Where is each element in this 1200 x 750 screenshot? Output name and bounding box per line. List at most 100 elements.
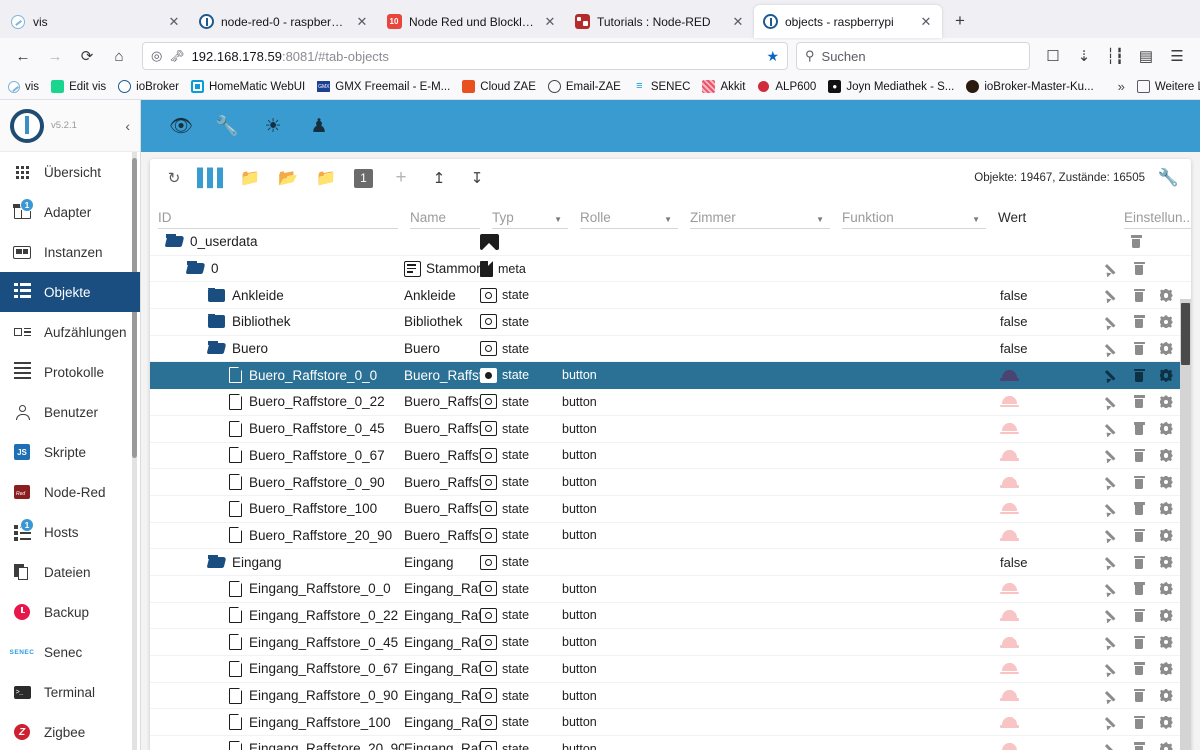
button-dome-icon[interactable] (1000, 690, 1019, 702)
edit-icon[interactable] (1104, 741, 1120, 750)
delete-icon[interactable] (1131, 501, 1147, 517)
sidebar-item-adapter[interactable]: 1 Adapter (0, 192, 140, 232)
table-row[interactable]: Eingang_Raffstore_0_67 Eingang_Raf... stat… (150, 656, 1191, 683)
settings-icon[interactable] (1158, 287, 1174, 303)
edit-icon[interactable] (1104, 367, 1120, 383)
settings-icon[interactable] (1158, 394, 1174, 410)
table-row[interactable]: Buero_Raffstore_0_45 Buero_Raffst... state… (150, 416, 1191, 443)
forward-button[interactable]: → (40, 41, 70, 71)
search-bar[interactable]: ⚲ Suchen (796, 42, 1030, 70)
settings-icon[interactable] (1158, 714, 1174, 730)
sidebar-item-benutzer[interactable]: Benutzer (0, 392, 140, 432)
edit-icon[interactable] (1104, 421, 1120, 437)
delete-icon[interactable] (1128, 234, 1144, 250)
edit-icon[interactable] (1104, 341, 1120, 357)
bookmark-item[interactable]: ALP600 (757, 80, 816, 93)
bookmark-item[interactable]: ● Joyn Mediathek - S... (828, 80, 954, 93)
collapse-all-icon[interactable]: 📁 (240, 168, 260, 188)
table-row[interactable]: Eingang_Raffstore_0_45 Eingang_Raf... stat… (150, 629, 1191, 656)
filter-typ[interactable]: Typ ▼ (492, 210, 574, 229)
settings-icon[interactable] (1158, 554, 1174, 570)
table-row[interactable]: Bibliothek Bibliothek state false (150, 309, 1191, 336)
library-icon[interactable]: ┆┇ (1100, 41, 1130, 71)
import-icon[interactable]: ↥ (429, 168, 449, 188)
delete-icon[interactable] (1131, 394, 1147, 410)
table-row[interactable]: 0 Stammordne... meta (150, 256, 1191, 283)
sidebar-item--bersicht[interactable]: Übersicht (0, 152, 140, 192)
new-tab-button[interactable]: + (946, 7, 974, 35)
table-row[interactable]: Buero_Raffstore_0_22 Buero_Raffst... state… (150, 389, 1191, 416)
reload-button[interactable]: ⟳ (72, 41, 102, 71)
close-icon[interactable]: ✕ (354, 14, 370, 30)
button-dome-icon[interactable] (1000, 743, 1019, 750)
button-dome-icon[interactable] (1000, 423, 1019, 435)
expert-head-icon[interactable]: ♟ (307, 114, 331, 138)
filter-id[interactable]: ID (158, 210, 404, 229)
bookmark-item[interactable]: GMX GMX Freemail - E-M... (317, 80, 450, 93)
eye-icon[interactable]: 👁 (169, 114, 193, 138)
button-dome-icon[interactable] (1000, 529, 1019, 541)
sidebar-item-node-red[interactable]: Red Node-Red (0, 472, 140, 512)
edit-icon[interactable] (1104, 314, 1120, 330)
sidebar-item-skripte[interactable]: JS Skripte (0, 432, 140, 472)
delete-icon[interactable] (1131, 607, 1147, 623)
sidebar-item-hosts[interactable]: 1 Hosts (0, 512, 140, 552)
edit-icon[interactable] (1104, 661, 1120, 677)
settings-icon[interactable] (1158, 607, 1174, 623)
bookmark-item[interactable]: Email-ZAE (547, 80, 621, 93)
table-row[interactable]: Buero_Raffstore_20_90 Buero_Raffst... stat… (150, 523, 1191, 550)
delete-icon[interactable] (1131, 741, 1147, 750)
settings-icon[interactable] (1158, 341, 1174, 357)
delete-icon[interactable] (1131, 367, 1147, 383)
pocket-icon[interactable]: ☐ (1038, 41, 1068, 71)
table-row[interactable]: Eingang_Raffstore_0_22 Eingang_Raf... stat… (150, 603, 1191, 630)
bookmark-item[interactable]: Cloud ZAE (462, 80, 536, 93)
bookmark-item[interactable]: ≡ SENEC (633, 80, 690, 93)
bookmark-item[interactable]: Akkit (702, 80, 745, 93)
button-dome-icon[interactable] (1000, 663, 1019, 675)
sidebar-item-terminal[interactable]: >_ Terminal (0, 672, 140, 712)
edit-icon[interactable] (1104, 634, 1120, 650)
delete-icon[interactable] (1131, 287, 1147, 303)
button-dome-icon[interactable] (1000, 716, 1019, 728)
delete-icon[interactable] (1131, 421, 1147, 437)
browser-tab[interactable]: node-red-0 - raspberrypi ✕ (190, 5, 378, 38)
bookmark-item[interactable]: Edit vis (51, 80, 106, 93)
close-icon[interactable]: ✕ (542, 14, 558, 30)
edit-icon[interactable] (1104, 447, 1120, 463)
chevron-down-icon[interactable]: ▼ (972, 215, 980, 224)
settings-icon[interactable] (1158, 447, 1174, 463)
table-row[interactable]: Eingang_Raffstore_0_0 Eingang_Raf... state… (150, 576, 1191, 603)
table-scrollbar-track[interactable] (1180, 299, 1191, 750)
expand-folder-icon[interactable]: 📂 (278, 168, 298, 188)
table-row[interactable]: Buero_Raffstore_100 Buero_Raffst... state b… (150, 496, 1191, 523)
sidebar-collapse-button[interactable]: ‹ (125, 118, 130, 134)
settings-icon[interactable] (1158, 367, 1174, 383)
edit-icon[interactable] (1104, 394, 1120, 410)
button-dome-icon[interactable] (1000, 503, 1019, 515)
delete-icon[interactable] (1131, 527, 1147, 543)
close-icon[interactable]: ✕ (166, 14, 182, 30)
browser-tab[interactable]: objects - raspberrypi ✕ (754, 5, 942, 38)
table-scrollbar-thumb[interactable] (1181, 303, 1190, 365)
sidebar-item-protokolle[interactable]: Protokolle (0, 352, 140, 392)
edit-icon[interactable] (1104, 501, 1120, 517)
edit-icon[interactable] (1104, 714, 1120, 730)
sidebar-toggle-icon[interactable]: ▤ (1131, 41, 1161, 71)
edit-icon[interactable] (1104, 688, 1120, 704)
depth-level-icon[interactable]: 1 (354, 168, 373, 188)
delete-icon[interactable] (1131, 554, 1147, 570)
table-row[interactable]: Buero Buero state false (150, 336, 1191, 363)
bookmark-item[interactable]: ioBroker (118, 80, 179, 93)
home-button[interactable]: ⌂ (104, 41, 134, 71)
bookmarks-overflow-button[interactable]: » (1118, 79, 1125, 94)
edit-icon[interactable] (1104, 581, 1120, 597)
table-row[interactable]: Eingang_Raffstore_0_90 Eingang_Raf... stat… (150, 683, 1191, 710)
settings-icon[interactable] (1158, 474, 1174, 490)
delete-icon[interactable] (1131, 314, 1147, 330)
settings-icon[interactable] (1158, 314, 1174, 330)
table-row[interactable]: Eingang_Raffstore_20_90Eingang_Raf... sta… (150, 736, 1191, 750)
filter-name[interactable]: Name (410, 210, 486, 229)
objects-table-body[interactable]: 0_userdata0Stammordne...metaAnkleideAnkl… (150, 229, 1191, 750)
downloads-icon[interactable]: ⇣ (1069, 41, 1099, 71)
